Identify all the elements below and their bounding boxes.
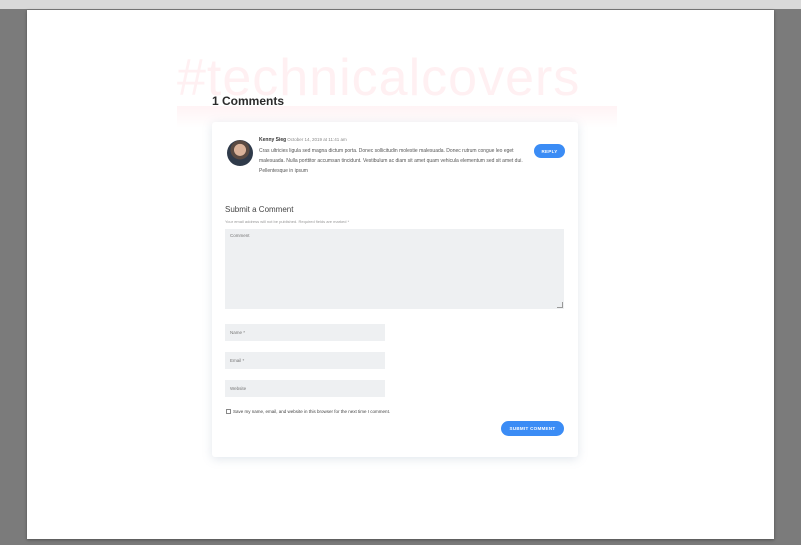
submit-comment-title: Submit a Comment: [225, 205, 294, 214]
save-info-row: Save my name, email, and website in this…: [226, 409, 390, 415]
website-field[interactable]: [225, 380, 385, 397]
required-fields-note: Your email address will not be published…: [225, 219, 350, 224]
comments-card: Kenny Sieg on October 14, 2019 at 11:41 …: [212, 122, 578, 457]
avatar: [227, 140, 253, 166]
comment-textarea[interactable]: [225, 229, 564, 309]
save-info-checkbox[interactable]: [226, 409, 231, 415]
page-canvas: #technicalcovers 1 Comments Kenny Sieg o…: [27, 10, 774, 539]
reply-button[interactable]: REPLY: [534, 144, 565, 158]
top-strip: [0, 0, 801, 9]
submit-comment-button[interactable]: SUBMIT COMMENT: [501, 421, 564, 436]
name-field[interactable]: [225, 324, 385, 341]
comment-body: Cras ultricies ligula sed magna dictum p…: [259, 148, 523, 174]
email-field[interactable]: [225, 352, 385, 369]
comments-heading: 1 Comments: [212, 94, 285, 108]
comment-meta[interactable]: on October 14, 2019 at 11:41 am: [281, 137, 347, 142]
save-info-label[interactable]: Save my name, email, and website in this…: [233, 409, 390, 414]
resize-handle-icon[interactable]: [557, 302, 563, 308]
